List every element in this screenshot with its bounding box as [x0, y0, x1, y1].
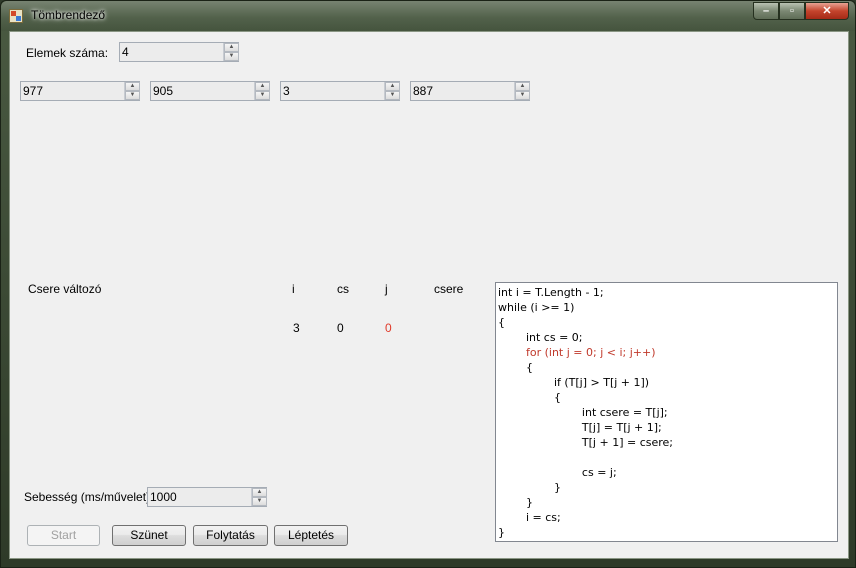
- stepper-arrows: ▲ ▼: [384, 82, 400, 100]
- window-title: Tömbrendező: [31, 8, 106, 22]
- code-line: {: [498, 316, 505, 329]
- elements-count-stepper[interactable]: 4 ▲ ▼: [119, 42, 239, 62]
- code-line: }: [498, 481, 561, 494]
- step-button[interactable]: Léptetés: [274, 525, 348, 546]
- spin-up-icon[interactable]: ▲: [125, 82, 140, 91]
- client-area: Elemek száma: 4 ▲ ▼ 977 ▲ ▼ 905 ▲ ▼ 3 ▲ …: [9, 31, 849, 559]
- code-line: int cs = 0;: [498, 331, 583, 344]
- stepper-arrows: ▲ ▼: [124, 82, 140, 100]
- resume-button[interactable]: Folytatás: [193, 525, 268, 546]
- variable-header-csere: csere: [434, 282, 464, 296]
- spin-up-icon[interactable]: ▲: [252, 488, 267, 497]
- pause-button[interactable]: Szünet: [112, 525, 186, 546]
- code-line: int csere = T[j];: [498, 406, 668, 419]
- code-line: int i = T.Length - 1;: [498, 286, 604, 299]
- spin-up-icon[interactable]: ▲: [224, 43, 239, 52]
- array-value-0[interactable]: 977: [23, 84, 43, 98]
- app-icon: [9, 9, 23, 23]
- speed-label: Sebesség (ms/művelet):: [24, 490, 154, 504]
- code-listing[interactable]: int i = T.Length - 1; while (i >= 1) { int…: [495, 282, 838, 542]
- variable-header-i: i: [292, 282, 295, 296]
- swap-variable-label: Csere változó: [28, 282, 102, 296]
- spin-down-icon[interactable]: ▼: [125, 91, 140, 100]
- spin-down-icon[interactable]: ▼: [224, 52, 239, 61]
- speed-value[interactable]: 1000: [150, 490, 177, 504]
- start-button[interactable]: Start: [27, 525, 100, 546]
- spin-up-icon[interactable]: ▲: [385, 82, 400, 91]
- spin-up-icon[interactable]: ▲: [515, 82, 530, 91]
- code-line: T[j + 1] = csere;: [498, 436, 673, 449]
- spin-down-icon[interactable]: ▼: [385, 91, 400, 100]
- title-bar[interactable]: Tömbrendező – ▫ ✕: [1, 1, 855, 31]
- code-line: {: [498, 361, 533, 374]
- elements-count-value[interactable]: 4: [122, 45, 129, 59]
- array-value-stepper[interactable]: 977 ▲ ▼: [20, 81, 140, 101]
- minimize-button[interactable]: –: [753, 2, 779, 20]
- code-line: for (int j = 0; j < i; j++): [498, 346, 656, 359]
- variable-header-j: j: [385, 282, 388, 296]
- spin-down-icon[interactable]: ▼: [255, 91, 270, 100]
- code-line: }: [498, 496, 533, 509]
- array-value-2[interactable]: 3: [283, 84, 290, 98]
- array-value-stepper[interactable]: 905 ▲ ▼: [150, 81, 270, 101]
- array-value-stepper[interactable]: 3 ▲ ▼: [280, 81, 400, 101]
- code-line: i = cs;: [498, 511, 561, 524]
- stepper-arrows: ▲ ▼: [514, 82, 530, 100]
- stepper-arrows: ▲ ▼: [223, 43, 239, 61]
- code-line: while (i >= 1): [498, 301, 575, 314]
- array-value-3[interactable]: 887: [413, 84, 433, 98]
- stepper-arrows: ▲ ▼: [254, 82, 270, 100]
- code-line: T[j] = T[j + 1];: [498, 421, 662, 434]
- elements-count-label: Elemek száma:: [26, 46, 109, 60]
- variable-value-i: 3: [293, 321, 300, 335]
- spin-up-icon[interactable]: ▲: [255, 82, 270, 91]
- stepper-arrows: ▲ ▼: [251, 488, 267, 506]
- caption-buttons: – ▫ ✕: [753, 2, 849, 20]
- code-line: cs = j;: [498, 466, 617, 479]
- array-value-stepper[interactable]: 887 ▲ ▼: [410, 81, 530, 101]
- variable-value-cs: 0: [337, 321, 344, 335]
- speed-stepper[interactable]: 1000 ▲ ▼: [147, 487, 267, 507]
- code-line: if (T[j] > T[j + 1]): [498, 376, 650, 389]
- variable-header-cs: cs: [337, 282, 349, 296]
- variable-value-j: 0: [385, 321, 392, 335]
- array-value-1[interactable]: 905: [153, 84, 173, 98]
- spin-down-icon[interactable]: ▼: [252, 497, 267, 506]
- maximize-button[interactable]: ▫: [779, 2, 805, 20]
- app-window: Tömbrendező – ▫ ✕ Elemek száma: 4 ▲ ▼ 97…: [0, 0, 856, 568]
- spin-down-icon[interactable]: ▼: [515, 91, 530, 100]
- code-line: {: [498, 391, 561, 404]
- close-button[interactable]: ✕: [805, 2, 849, 20]
- code-line: }: [498, 526, 505, 539]
